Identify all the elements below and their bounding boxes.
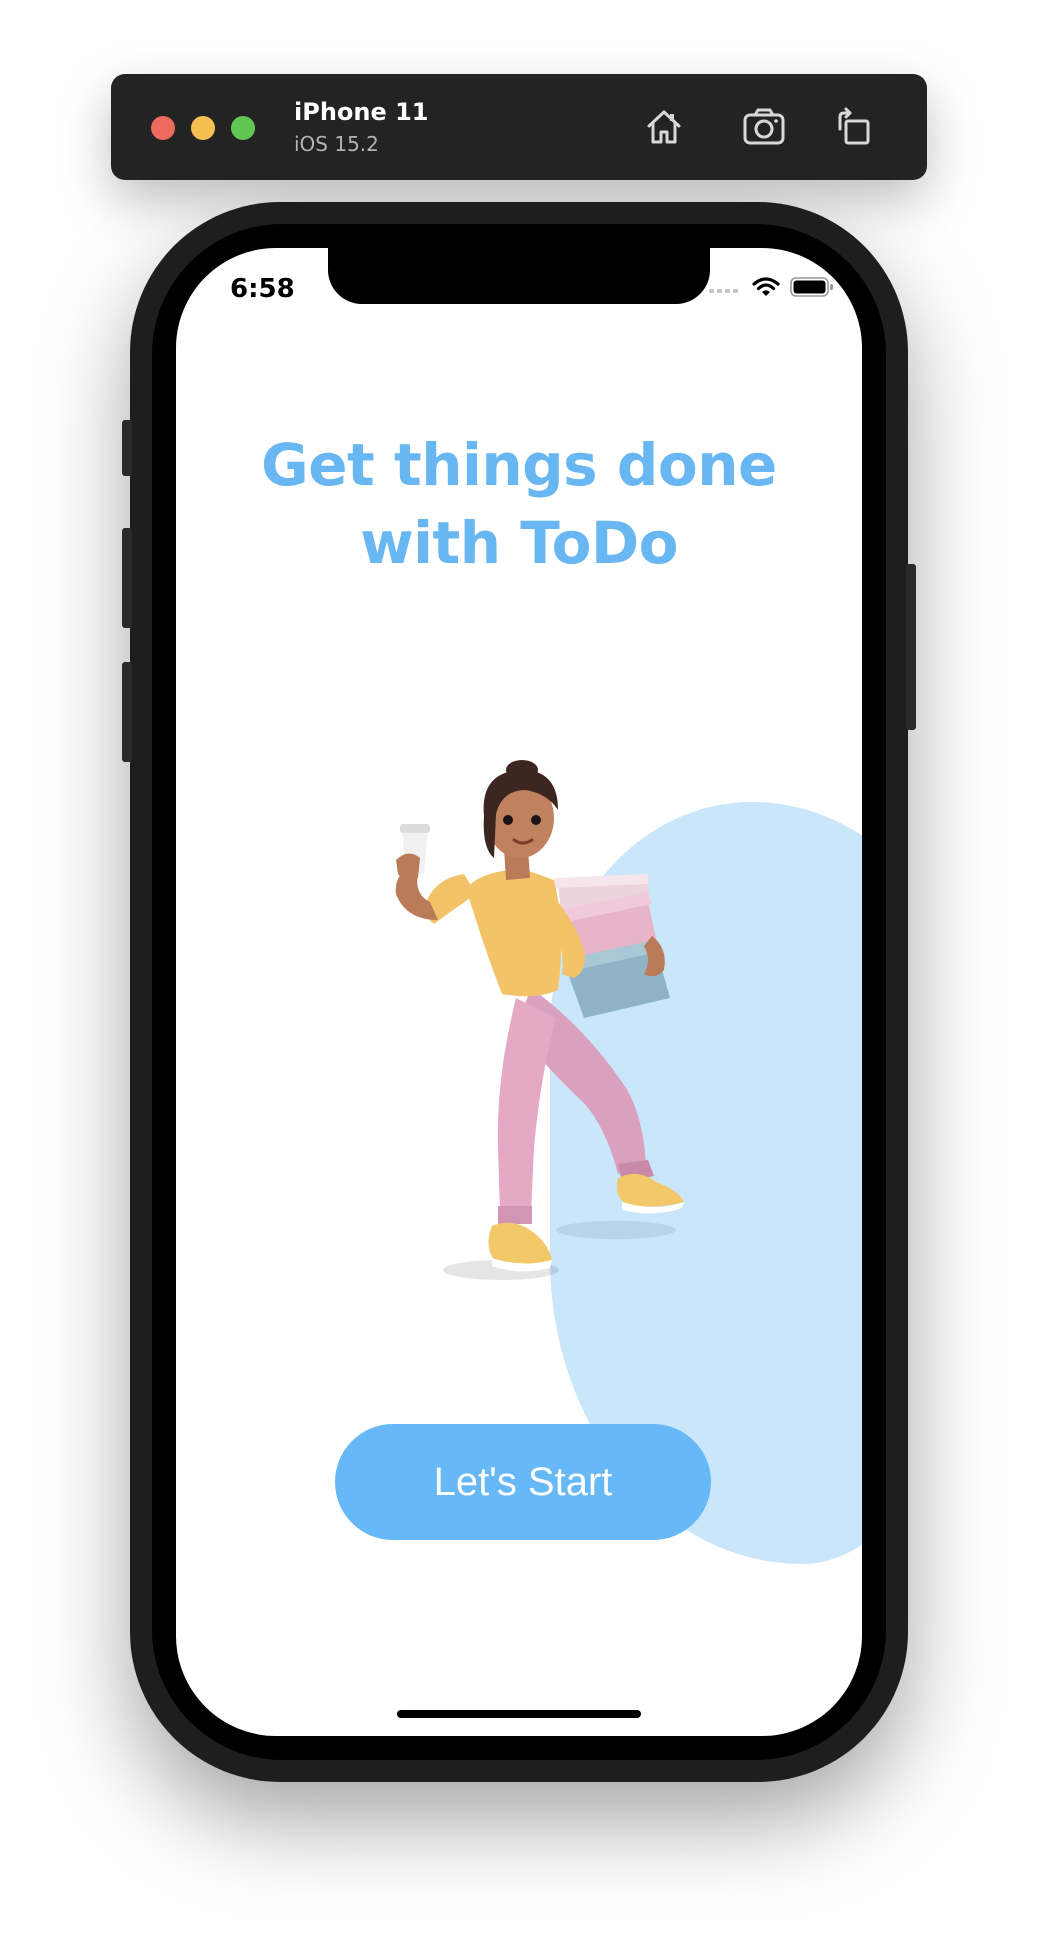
volume-up-button: [122, 528, 132, 628]
zoom-window-button[interactable]: [231, 116, 255, 140]
headline-line-1: Get things done: [261, 431, 777, 499]
simulator-toolbar: iPhone 11 iOS 15.2: [111, 74, 927, 180]
headline: Get things done with ToDo: [176, 426, 862, 582]
wifi-icon: [752, 276, 780, 303]
status-time: 6:58: [230, 274, 295, 304]
home-indicator[interactable]: [397, 1710, 641, 1718]
home-icon[interactable]: [641, 104, 687, 150]
phone-screen: 6:58 Get things done with ToDo Let's Sta…: [176, 248, 862, 1736]
woman-carrying-boxes-illustration: [395, 760, 684, 1280]
rotate-icon[interactable]: [831, 104, 877, 150]
volume-down-button: [122, 662, 132, 762]
close-window-button[interactable]: [151, 116, 175, 140]
status-icons: [708, 276, 834, 303]
notch: [328, 248, 710, 304]
cellular-signal-icon: [708, 280, 742, 299]
lets-start-button[interactable]: Let's Start: [335, 1424, 711, 1540]
battery-icon: [790, 276, 834, 303]
device-name: iPhone 11: [294, 98, 429, 126]
simulator-stage: iPhone 11 iOS 15.2 6:58 Get things done …: [0, 0, 1038, 1934]
minimize-window-button[interactable]: [191, 116, 215, 140]
power-button: [906, 564, 916, 730]
screenshot-icon[interactable]: [741, 104, 787, 150]
headline-line-2: with ToDo: [360, 509, 678, 577]
mute-switch: [122, 420, 132, 476]
os-version: iOS 15.2: [294, 132, 379, 156]
